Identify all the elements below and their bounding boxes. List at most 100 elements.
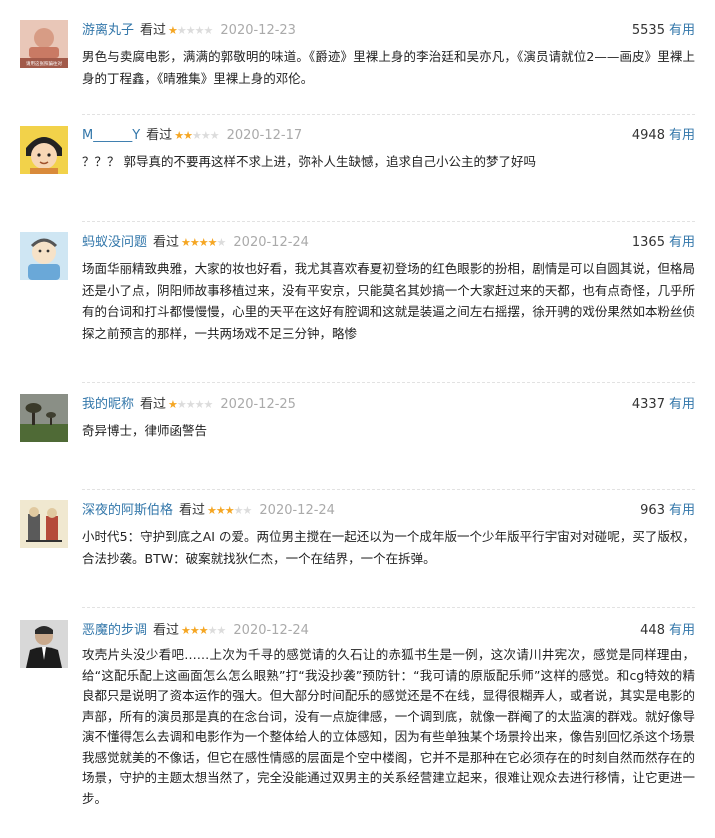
rating-stars: ★★★★★ — [181, 232, 227, 254]
watch-status: 看过 — [140, 397, 167, 412]
vote-area: 5535 有用 — [632, 20, 695, 42]
review-text: 奇异博士，律师函警告 — [82, 423, 208, 438]
watch-status: 看过 — [140, 23, 167, 38]
vote-count: 4337 — [631, 397, 665, 412]
vote-count: 1365 — [631, 235, 665, 250]
star-icon: ★ — [207, 624, 218, 637]
author-link[interactable]: 游离丸子 — [82, 23, 134, 38]
star-icon: ★ — [191, 129, 202, 142]
useful-button[interactable]: 有用 — [669, 397, 695, 412]
rating-stars: ★★★★★ — [168, 20, 214, 42]
review-meta: 恶魔的步调 看过 ★★★★★ 2020-12-24 448 有用 — [82, 620, 695, 642]
review-text: 男色与卖腐电影，满满的郭敬明的味道。《爵迹》里裸上身的李治廷和吴亦凡，《演员请就… — [82, 49, 695, 86]
star-icon: ★ — [198, 624, 209, 637]
author-link[interactable]: M______Y — [82, 128, 140, 143]
watch-status: 看过 — [146, 128, 173, 143]
author-link[interactable]: 我的昵称 — [82, 397, 134, 412]
review-text: 小时代5：守护到底之AI の爱。两位男主搅在一起还以为一个成年版一个少年版平行宇… — [82, 529, 695, 566]
review-item: M______Y 看过 ★★★★★ 2020-12-17 4948 有用 ？？？ 郭导真… — [0, 115, 715, 222]
review-meta: M______Y 看过 ★★★★★ 2020-12-17 4948 有用 — [82, 125, 695, 147]
vote-area: 4337 有用 — [632, 394, 695, 416]
useful-button[interactable]: 有用 — [669, 128, 695, 143]
avatar-image — [20, 620, 68, 668]
watch-status: 看过 — [179, 503, 206, 518]
star-icon: ★ — [200, 129, 211, 142]
avatar-image — [20, 500, 68, 548]
avatar[interactable] — [20, 126, 68, 174]
rating-stars: ★★★★★ — [168, 394, 213, 416]
review-list: 请用这张照骗往对 游离丸子 看过 ★★★★★ 2020-12-23 5535 有用 男色… — [0, 0, 715, 809]
star-icon: ★ — [176, 398, 187, 411]
review-item: 深夜的阿斯伯格 看过 ★★★★★ 2020-12-24 963 有用 小时代5：守护到底… — [0, 490, 715, 608]
rating-stars: ★★★★★ — [181, 620, 227, 642]
author-link[interactable]: 恶魔的步调 — [82, 623, 147, 638]
avatar[interactable] — [20, 620, 68, 668]
review-item: 恶魔的步调 看过 ★★★★★ 2020-12-24 448 有用 攻壳片头没少看吧……上… — [0, 608, 715, 809]
star-icon: ★ — [207, 504, 217, 517]
star-icon: ★ — [176, 24, 187, 37]
avatar[interactable] — [20, 500, 68, 548]
review-meta: 深夜的阿斯伯格 看过 ★★★★★ 2020-12-24 963 有用 — [82, 500, 695, 522]
review-meta: 游离丸子 看过 ★★★★★ 2020-12-23 5535 有用 — [82, 20, 695, 42]
star-icon: ★ — [181, 236, 191, 249]
vote-area: 1365 有用 — [632, 232, 695, 254]
avatar[interactable] — [20, 232, 68, 280]
star-icon: ★ — [189, 236, 200, 249]
author-link[interactable]: 蚂蚁没问题 — [82, 235, 147, 250]
star-icon: ★ — [233, 504, 244, 517]
star-icon: ★ — [216, 624, 227, 637]
vote-count: 5535 — [631, 23, 665, 38]
avatar-image: 请用这张照骗往对 — [20, 20, 68, 68]
review-date: 2020-12-24 — [233, 235, 309, 250]
watch-status: 看过 — [153, 623, 180, 638]
rating-stars: ★★★★★ — [174, 125, 220, 147]
review-item: 请用这张照骗往对 游离丸子 看过 ★★★★★ 2020-12-23 5535 有用 男色… — [0, 0, 715, 115]
useful-button[interactable]: 有用 — [669, 23, 695, 38]
star-icon: ★ — [216, 236, 227, 249]
avatar-image — [20, 232, 68, 280]
review-date: 2020-12-17 — [226, 128, 303, 143]
watch-status: 看过 — [153, 235, 180, 250]
avatar-image — [20, 394, 68, 442]
review-meta: 我的昵称 看过 ★★★★★ 2020-12-25 4337 有用 — [82, 394, 695, 416]
star-icon: ★ — [174, 129, 184, 142]
review-item: 蚂蚁没问题 看过 ★★★★★ 2020-12-24 1365 有用 场面华丽精致典雅，大… — [0, 222, 715, 383]
star-icon: ★ — [189, 624, 200, 637]
vote-count: 4948 — [631, 128, 665, 143]
review-date: 2020-12-24 — [259, 503, 335, 518]
star-icon: ★ — [185, 398, 196, 411]
vote-count: 963 — [640, 503, 665, 518]
star-icon: ★ — [181, 624, 191, 637]
star-icon: ★ — [194, 398, 205, 411]
avatar[interactable] — [20, 394, 68, 442]
useful-button[interactable]: 有用 — [669, 503, 695, 518]
vote-area: 4948 有用 — [632, 125, 695, 147]
vote-area: 963 有用 — [640, 500, 695, 522]
vote-area: 448 有用 — [640, 620, 695, 642]
star-icon: ★ — [209, 129, 220, 142]
star-icon: ★ — [183, 129, 193, 142]
star-icon: ★ — [185, 24, 196, 37]
useful-button[interactable]: 有用 — [669, 623, 695, 638]
star-icon: ★ — [242, 504, 253, 517]
review-date: 2020-12-23 — [220, 23, 296, 38]
star-icon: ★ — [207, 236, 218, 249]
star-icon: ★ — [198, 236, 209, 249]
star-icon: ★ — [168, 24, 178, 37]
rating-stars: ★★★★★ — [207, 500, 253, 522]
author-link[interactable]: 深夜的阿斯伯格 — [82, 503, 173, 518]
review-text: 场面华丽精致典雅，大家的妆也好看，我尤其喜欢春夏初登场的红色眼影的扮相，剧情是可… — [82, 261, 695, 341]
star-icon: ★ — [168, 398, 178, 411]
avatar-image — [20, 126, 68, 174]
star-icon: ★ — [194, 24, 205, 37]
star-icon: ★ — [203, 24, 214, 37]
avatar-caption: 请用这张照骗往对 — [26, 60, 62, 67]
review-date: 2020-12-25 — [220, 397, 296, 412]
review-meta: 蚂蚁没问题 看过 ★★★★★ 2020-12-24 1365 有用 — [82, 232, 695, 254]
useful-button[interactable]: 有用 — [669, 235, 695, 250]
review-item: 我的昵称 看过 ★★★★★ 2020-12-25 4337 有用 奇异博士，律师函警告 — [0, 383, 715, 490]
review-date: 2020-12-24 — [233, 623, 309, 638]
avatar[interactable]: 请用这张照骗往对 — [20, 20, 68, 68]
vote-count: 448 — [640, 623, 665, 638]
review-text: ？？？ 郭导真的不要再这样不求上进，弥补人生缺憾，追求自己小公主的梦了好吗 — [82, 154, 536, 169]
